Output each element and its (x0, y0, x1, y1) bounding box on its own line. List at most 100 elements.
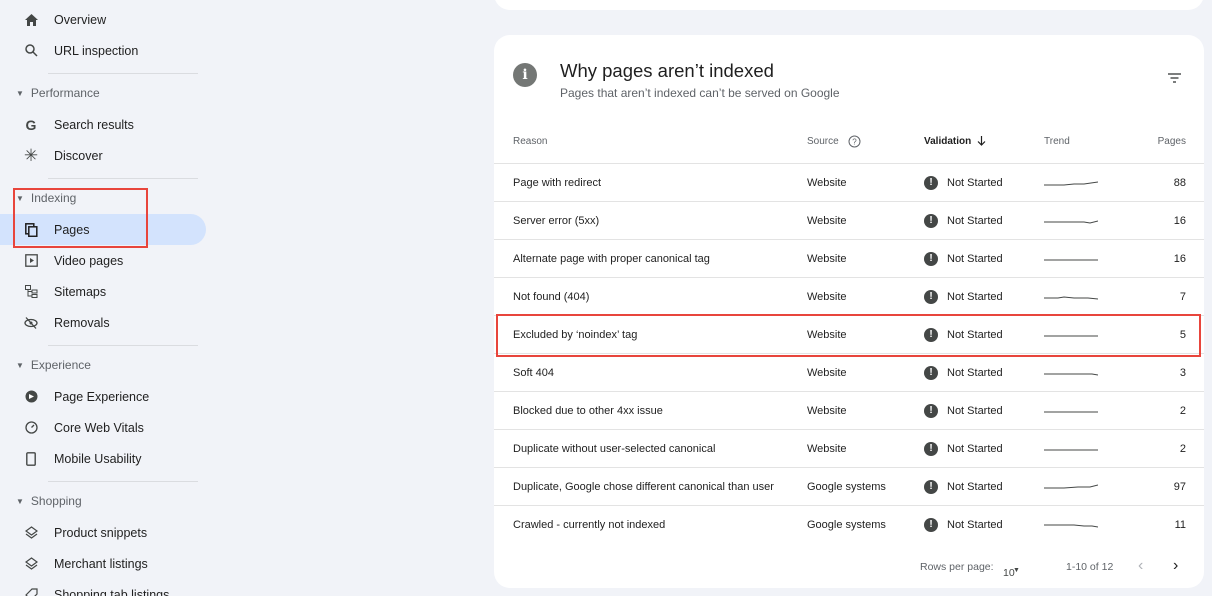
trend-sparkline (1044, 411, 1098, 412)
page-experience-icon (23, 389, 39, 405)
table-row[interactable]: Crawled - currently not indexed Google s… (494, 505, 1204, 543)
nav-shopping-tab-listings[interactable]: Shopping tab listings (0, 579, 206, 596)
table-row[interactable]: Alternate page with proper canonical tag… (494, 239, 1204, 277)
nav-mobile-usability-label: Mobile Usability (54, 451, 142, 466)
nav-pages[interactable]: Pages (0, 214, 206, 245)
row-validation: ! Not Started (924, 403, 1003, 418)
table-row[interactable]: Server error (5xx) Website ! Not Started … (494, 201, 1204, 239)
row-source: Website (807, 214, 847, 227)
table-row[interactable]: Page with redirect Website ! Not Started … (494, 163, 1204, 201)
section-performance-label: Performance (30, 86, 100, 100)
table-row[interactable]: Not found (404) Website ! Not Started 7 (494, 277, 1204, 315)
phone-icon (23, 451, 39, 467)
row-validation: ! Not Started (924, 365, 1003, 380)
col-reason[interactable]: Reason (513, 136, 547, 147)
table-header: Reason Source ? Validation Trend Pages (494, 127, 1204, 155)
table-row[interactable]: Blocked due to other 4xx issue Website !… (494, 391, 1204, 429)
row-pages: 88 (1173, 176, 1186, 189)
table-row[interactable]: Duplicate, Google chose different canoni… (494, 467, 1204, 505)
help-icon[interactable]: ? (848, 135, 861, 148)
alert-icon: ! (924, 175, 938, 190)
row-validation-label: Not Started (947, 176, 1003, 189)
section-shopping[interactable]: ▼ Shopping (0, 489, 200, 513)
info-icon: i (513, 63, 537, 87)
row-validation-label: Not Started (947, 252, 1003, 265)
caret-down-icon: ▼ (16, 360, 24, 370)
row-source: Website (807, 328, 847, 341)
next-page-icon[interactable]: › (1173, 557, 1178, 575)
row-validation-label: Not Started (947, 366, 1003, 379)
rows-per-page-label: Rows per page: (920, 561, 994, 573)
nav-video-pages-label: Video pages (54, 253, 124, 268)
col-source[interactable]: Source ? (807, 135, 861, 148)
section-indexing-label: Indexing (30, 191, 77, 205)
nav-video-pages[interactable]: Video pages (0, 245, 206, 276)
home-icon (23, 12, 39, 28)
row-pages: 7 (1179, 290, 1186, 303)
row-validation-label: Not Started (947, 404, 1003, 417)
nav-mobile-usability[interactable]: Mobile Usability (0, 443, 206, 474)
col-validation[interactable]: Validation (924, 136, 986, 147)
divider (48, 481, 198, 482)
row-source: Website (807, 404, 847, 417)
page-range: 1-10 of 12 (1066, 561, 1114, 573)
trend-sparkline (1044, 220, 1098, 224)
nav-sitemaps[interactable]: Sitemaps (0, 276, 206, 307)
row-pages: 16 (1173, 252, 1186, 265)
row-source: Website (807, 252, 847, 265)
nav-pages-label: Pages (54, 222, 90, 237)
divider (48, 73, 198, 74)
row-validation-label: Not Started (947, 214, 1003, 227)
nav-shopping-tab-listings-label: Shopping tab listings (54, 587, 170, 596)
nav-url-inspection[interactable]: URL inspection (0, 35, 206, 66)
prev-page-icon[interactable]: ‹ (1138, 557, 1143, 575)
sidebar: Overview URL inspection ▼ Performance G … (0, 0, 212, 596)
row-validation: ! Not Started (924, 289, 1003, 304)
table-row[interactable]: Duplicate without user-selected canonica… (494, 429, 1204, 467)
alert-icon: ! (924, 327, 938, 342)
nav-merchant-listings[interactable]: Merchant listings (0, 548, 206, 579)
nav-product-snippets-label: Product snippets (54, 525, 148, 540)
row-reason: Duplicate without user-selected canonica… (513, 442, 716, 455)
divider (48, 178, 198, 179)
trend-sparkline (1044, 335, 1098, 336)
nav-core-web-vitals[interactable]: Core Web Vitals (0, 412, 206, 443)
nav-search-results[interactable]: G Search results (0, 109, 206, 140)
trend-sparkline (1044, 295, 1098, 299)
row-reason: Not found (404) (513, 290, 590, 303)
table-row[interactable]: Soft 404 Website ! Not Started 3 (494, 353, 1204, 391)
row-validation: ! Not Started (924, 327, 1003, 342)
nav-removals[interactable]: Removals (0, 307, 206, 338)
alert-icon: ! (924, 403, 938, 418)
video-page-icon (23, 253, 39, 269)
row-pages: 16 (1173, 214, 1186, 227)
nav-discover[interactable]: ✳ Discover (0, 140, 206, 171)
nav-product-snippets[interactable]: Product snippets (0, 517, 206, 548)
section-experience-label: Experience (30, 358, 91, 372)
row-reason: Alternate page with proper canonical tag (513, 252, 710, 265)
row-pages: 97 (1173, 480, 1186, 493)
card-subtitle: Pages that aren’t indexed can’t be serve… (560, 86, 840, 100)
section-experience[interactable]: ▼ Experience (0, 353, 200, 377)
row-source: Website (807, 176, 847, 189)
row-reason: Blocked due to other 4xx issue (513, 404, 663, 417)
nav-overview[interactable]: Overview (0, 4, 206, 35)
nav-page-experience[interactable]: Page Experience (0, 381, 206, 412)
row-reason: Excluded by ‘noindex’ tag (513, 328, 638, 341)
col-pages[interactable]: Pages (1158, 136, 1186, 147)
row-pages: 3 (1179, 366, 1186, 379)
row-pages: 2 (1179, 442, 1186, 455)
trend-sparkline (1044, 181, 1098, 185)
caret-down-icon: ▼ (16, 193, 24, 203)
table-row[interactable]: Excluded by ‘noindex’ tag Website ! Not S… (494, 315, 1204, 353)
filter-button[interactable] (1168, 70, 1186, 86)
row-reason: Duplicate, Google chose different canoni… (513, 480, 774, 493)
section-performance[interactable]: ▼ Performance (0, 81, 200, 105)
alert-icon: ! (924, 251, 938, 266)
pagination: Rows per page: 10 ▼ 1-10 of 12 ‹ › (494, 555, 1204, 579)
row-validation: ! Not Started (924, 479, 1003, 494)
row-reason: Page with redirect (513, 176, 602, 189)
section-indexing[interactable]: ▼ Indexing (0, 186, 200, 210)
row-validation-label: Not Started (947, 290, 1003, 303)
trend-sparkline (1044, 449, 1098, 450)
